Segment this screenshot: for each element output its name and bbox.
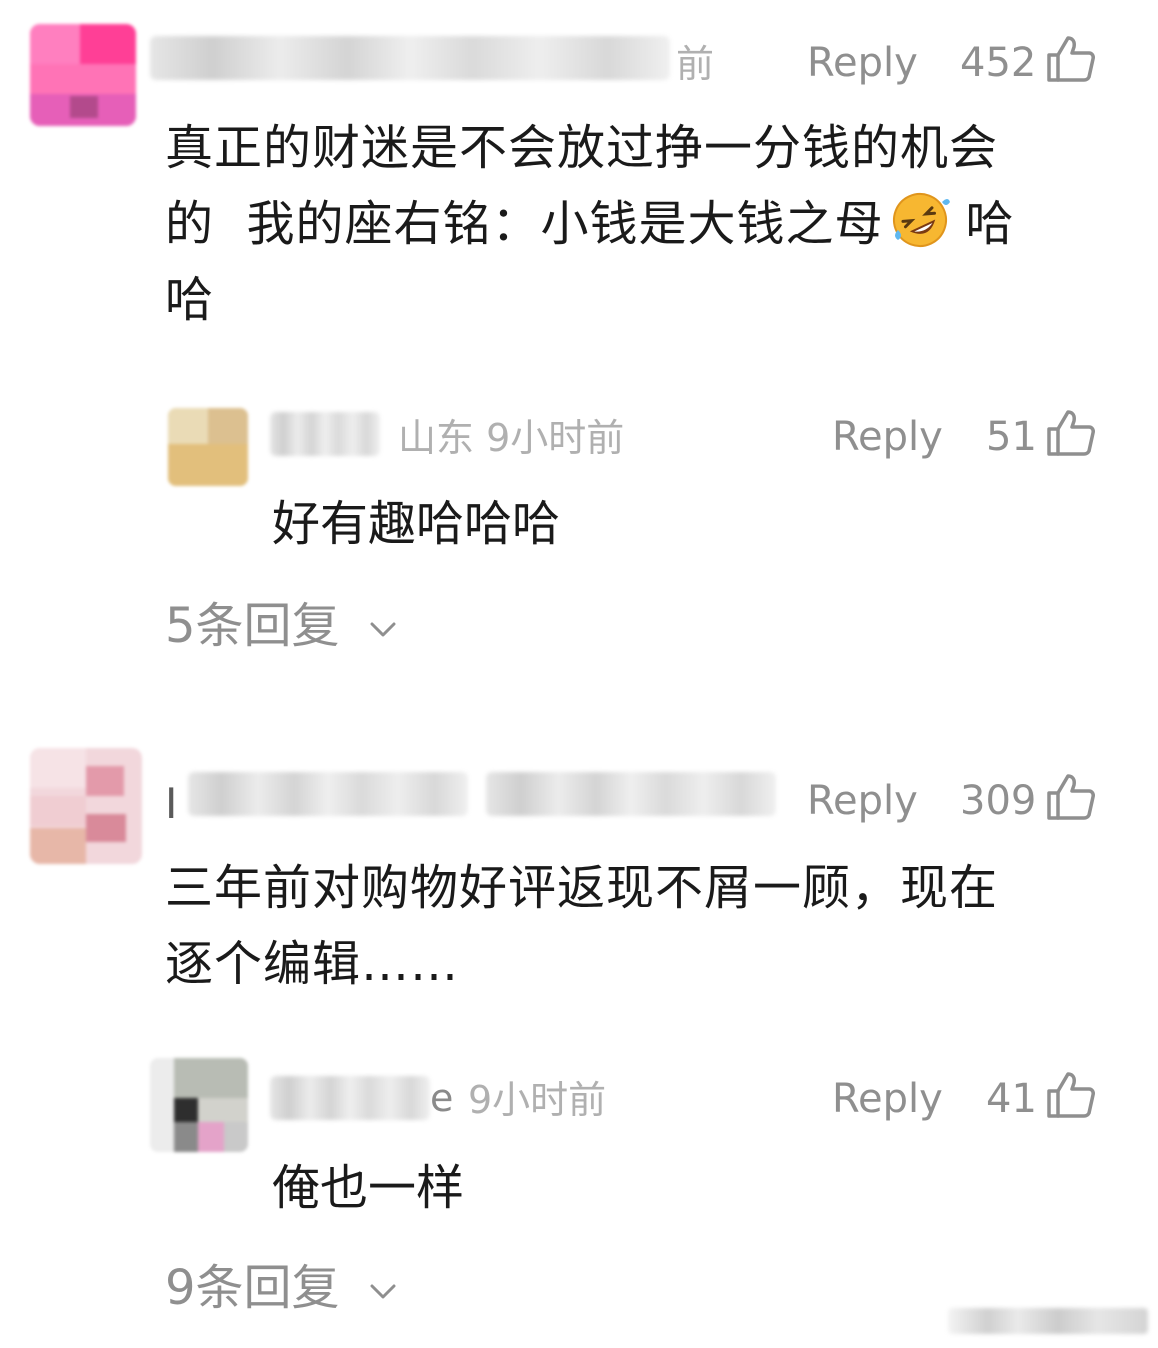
reply-meta: 山东 9小时前: [398, 416, 625, 460]
like-count: 309: [960, 778, 1037, 824]
comment-text: 三年前对购物好评返现不屑一顾，现在 逐个编辑……: [165, 850, 1065, 1002]
username[interactable]: [270, 412, 380, 456]
chevron-down-icon[interactable]: [368, 1276, 398, 1306]
reply-text: 好有趣哈哈哈: [272, 496, 561, 552]
like-count: 41: [986, 1076, 1037, 1122]
comment-meta: [486, 772, 776, 816]
username[interactable]: [188, 772, 468, 816]
reply-button[interactable]: Reply: [807, 778, 918, 824]
avatar[interactable]: [30, 24, 136, 126]
reply-button[interactable]: Reply: [807, 40, 918, 86]
comment-text-line: 逐个编辑……: [165, 936, 460, 992]
avatar[interactable]: [168, 408, 248, 486]
comment-text: 真正的财迷是不会放过挣一分钱的机会 的 我的座右铭：小钱是大钱之母 哈 哈: [165, 110, 1065, 338]
comment-text-line: 三年前对购物好评返现不屑一顾，现在: [165, 860, 999, 916]
thumbs-up-icon[interactable]: [1046, 34, 1096, 84]
comment-text-line: 哈: [165, 272, 215, 328]
watermark: [948, 1308, 1148, 1334]
like-count: 51: [986, 414, 1037, 460]
comment-text-segment: 的 我的座右铭：小钱是大钱之母: [165, 196, 884, 252]
rolling-on-floor-laughing-emoji-icon: [892, 193, 950, 247]
username[interactable]: [150, 36, 670, 80]
thumbs-up-icon[interactable]: [1046, 408, 1096, 458]
username-fragment: I: [165, 779, 178, 828]
username-fragment: e: [430, 1076, 454, 1120]
avatar[interactable]: [30, 748, 142, 864]
avatar[interactable]: [150, 1058, 248, 1152]
chevron-down-icon[interactable]: [368, 614, 398, 644]
reply-button[interactable]: Reply: [832, 414, 943, 460]
reply-text: 俺也一样: [272, 1160, 465, 1216]
reply-meta: 9小时前: [468, 1078, 607, 1122]
reply-button[interactable]: Reply: [832, 1076, 943, 1122]
username[interactable]: [270, 1076, 430, 1120]
thumbs-up-icon[interactable]: [1046, 1070, 1096, 1120]
view-more-replies-label: 9条回复: [165, 1260, 340, 1316]
view-more-replies-label: 5条回复: [165, 598, 340, 654]
comment-text-line: 真正的财迷是不会放过挣一分钱的机会: [165, 120, 999, 176]
like-count: 452: [960, 40, 1037, 86]
view-more-replies-button[interactable]: 5条回复: [165, 598, 340, 654]
comment-text-line: 的 我的座右铭：小钱是大钱之母 哈: [165, 186, 1065, 262]
view-more-replies-button[interactable]: 9条回复: [165, 1260, 340, 1316]
comment-meta: 前: [676, 42, 715, 86]
comment-text-segment: 哈: [965, 196, 1015, 252]
thumbs-up-icon[interactable]: [1046, 772, 1096, 822]
